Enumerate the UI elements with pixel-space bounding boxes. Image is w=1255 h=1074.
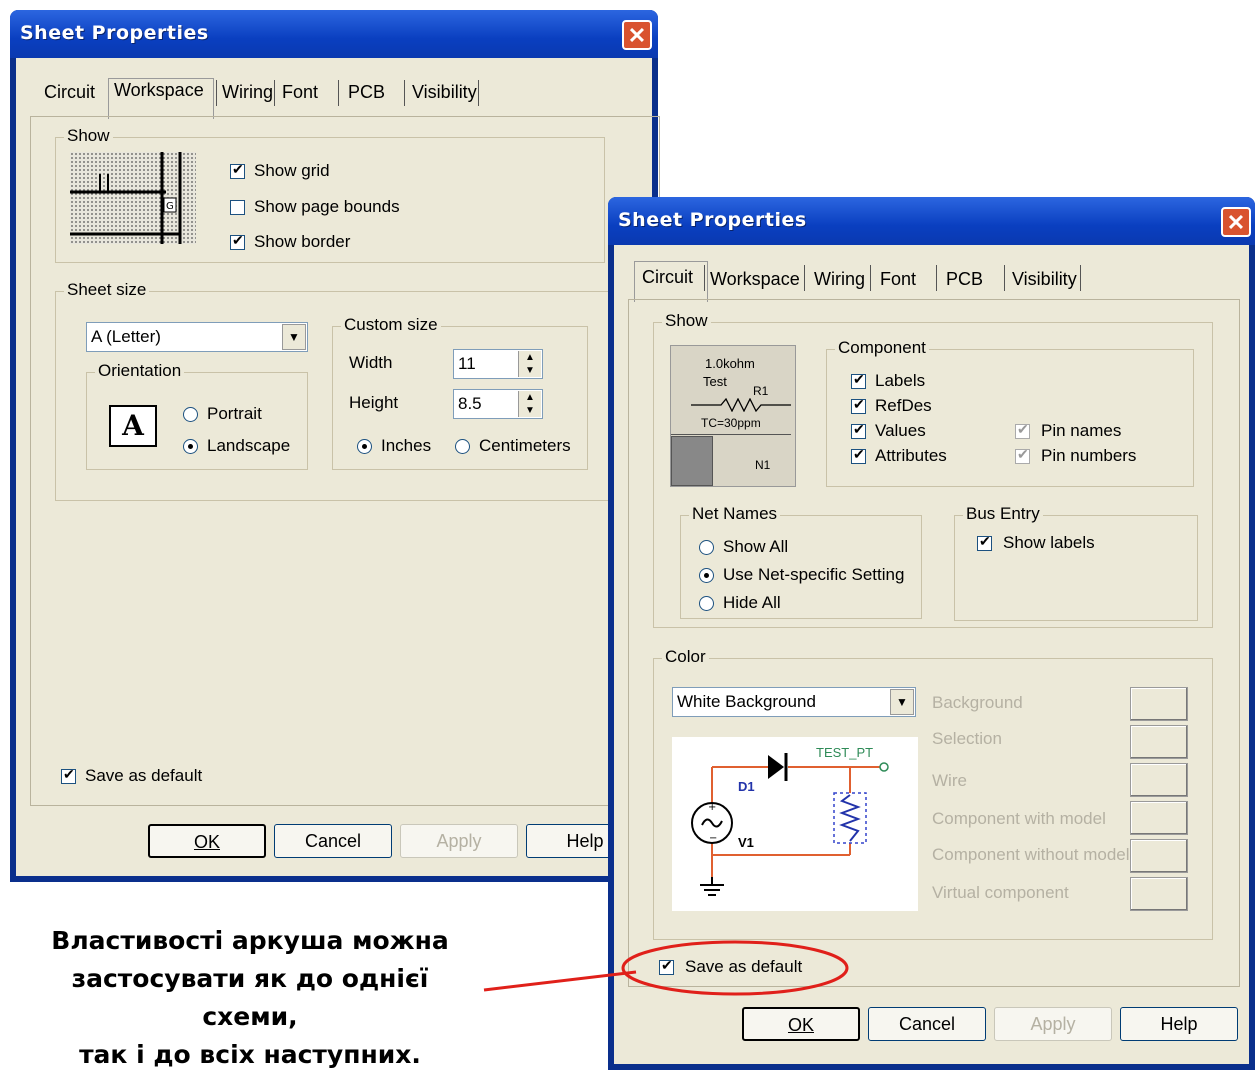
caption-line: застосувати як до однієї схеми,: [71, 964, 429, 1031]
annotation-pointer-line: [483, 970, 637, 992]
annotation-overlay: [483, 940, 849, 996]
caption-line: Властивості аркуша можна: [51, 926, 449, 955]
caption-text: Властивості аркуша можна застосувати як …: [20, 922, 480, 1074]
annotation-highlight-ellipse: [621, 940, 849, 996]
caption-line: так і до всіх наступних.: [79, 1040, 421, 1069]
